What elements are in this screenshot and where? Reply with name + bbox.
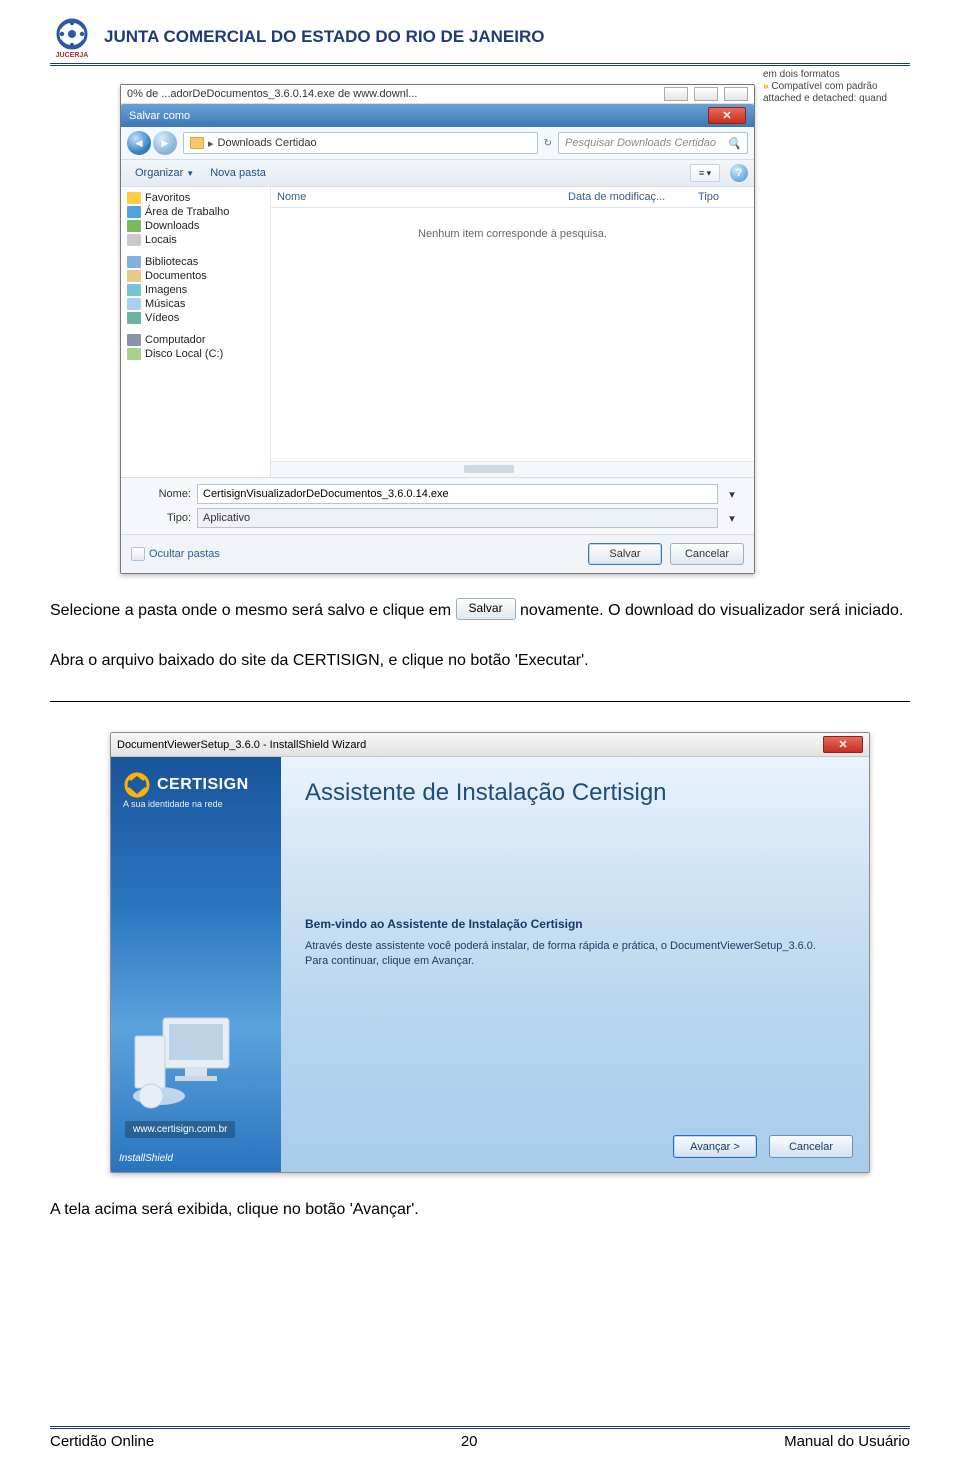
footer-left: Certidão Online [50, 1433, 154, 1450]
instruction-paragraph-3: A tela acima será exibida, clique no bot… [50, 1197, 910, 1223]
nav-images[interactable]: Imagens [123, 283, 268, 297]
certisign-logo-icon [123, 771, 151, 799]
page-footer: Certidão Online 20 Manual do Usuário [50, 1426, 910, 1450]
installer-titlebar: DocumentViewerSetup_3.6.0 - InstallShiel… [111, 733, 869, 757]
filetype-select[interactable]: Aplicativo [197, 508, 718, 528]
nav-videos[interactable]: Vídeos [123, 311, 268, 325]
search-icon: 🔍 [727, 137, 741, 150]
col-date[interactable]: Data de modificaç... [568, 191, 698, 203]
window-max-icon[interactable] [694, 87, 718, 101]
nav-documents[interactable]: Documentos [123, 269, 268, 283]
installer-window-title: DocumentViewerSetup_3.6.0 - InstallShiel… [117, 739, 366, 751]
computer-illustration-icon [129, 1012, 249, 1112]
filename-label: Nome: [131, 488, 191, 500]
bullet-arrow-icon: » [763, 81, 769, 92]
footer-right: Manual do Usuário [784, 1433, 910, 1450]
disk-icon [127, 348, 141, 360]
installer-url: www.certisign.com.br [125, 1121, 235, 1138]
empty-message: Nenhum item corresponde à pesquisa. [271, 208, 754, 461]
installer-big-title: Assistente de Instalação Certisign [305, 779, 845, 807]
new-folder-button[interactable]: Nova pasta [202, 165, 274, 181]
page-header: JUCERJA JUNTA COMERCIAL DO ESTADO DO RIO… [50, 10, 910, 66]
nav-desktop[interactable]: Área de Trabalho [123, 205, 268, 219]
installshield-label: InstallShield [119, 1153, 173, 1164]
window-close-icon[interactable] [724, 87, 748, 101]
organize-menu[interactable]: Organizar▼ [127, 165, 202, 181]
nav-computer[interactable]: Computador [123, 333, 268, 347]
download-progress-text: 0% de ...adorDeDocumentos_3.6.0.14.exe d… [127, 88, 658, 100]
installer-brand: CERTISIGN [157, 776, 249, 794]
path-breadcrumb[interactable]: ▸ Downloads Certidao [183, 132, 538, 154]
folder-icon [190, 137, 204, 149]
view-mode-button[interactable]: ≡ ▾ [690, 164, 720, 182]
file-pane: Nome Data de modificaç... Tipo Nenhum it… [271, 187, 754, 477]
filename-input[interactable] [197, 484, 718, 504]
filename-dropdown-icon[interactable]: ▾ [724, 488, 740, 501]
separator-line [50, 701, 910, 702]
search-placeholder: Pesquisar Downloads Certidao [565, 137, 716, 149]
installer-sidebar: CERTISIGN A sua identidade na rede www.c… [111, 757, 281, 1172]
filetype-dropdown-icon[interactable]: ▾ [724, 512, 740, 525]
footer-separator [50, 1426, 910, 1429]
nav-libraries[interactable]: Bibliotecas [123, 255, 268, 269]
context-snippet: em dois formatos » Compatível com padrão… [759, 66, 910, 108]
saveas-toolbar: Organizar▼ Nova pasta ≡ ▾ ? [121, 160, 754, 187]
help-button[interactable]: ? [730, 164, 748, 182]
installer-tagline: A sua identidade na rede [111, 799, 281, 809]
instruction-paragraph-1: Selecione a pasta onde o mesmo será salv… [50, 598, 910, 624]
nav-music[interactable]: Músicas [123, 297, 268, 311]
nav-forward-button[interactable]: ► [153, 131, 177, 155]
nav-downloads[interactable]: Downloads [123, 219, 268, 233]
close-button[interactable]: ✕ [708, 107, 746, 124]
download-progress-bar: 0% de ...adorDeDocumentos_3.6.0.14.exe d… [121, 85, 754, 104]
saveas-title: Salvar como [129, 110, 190, 122]
save-button[interactable]: Salvar [588, 543, 662, 565]
horizontal-scrollbar[interactable] [271, 461, 754, 477]
installer-welcome-title: Bem-vindo ao Assistente de Instalação Ce… [305, 917, 845, 931]
nav-back-button[interactable]: ◄ [127, 131, 151, 155]
installer-close-button[interactable]: ✕ [823, 736, 863, 753]
chevron-up-icon [131, 547, 145, 561]
downloads-icon [127, 220, 141, 232]
videos-icon [127, 312, 141, 324]
screenshot-installer: DocumentViewerSetup_3.6.0 - InstallShiel… [110, 732, 870, 1173]
filetype-label: Tipo: [131, 512, 191, 524]
saveas-titlebar: Salvar como ✕ [121, 104, 754, 127]
libraries-icon [127, 256, 141, 268]
file-columns[interactable]: Nome Data de modificaç... Tipo [271, 187, 754, 208]
instruction-paragraph-2: Abra o arquivo baixado do site da CERTIS… [50, 648, 910, 674]
installer-welcome-text-2: Para continuar, clique em Avançar. [305, 954, 845, 969]
installer-next-button[interactable]: Avançar > [673, 1135, 757, 1158]
nav-disk-c[interactable]: Disco Local (C:) [123, 347, 268, 361]
nav-favorites[interactable]: Favoritos [123, 191, 268, 205]
desktop-icon [127, 206, 141, 218]
screenshot-save-as: 0% de ...adorDeDocumentos_3.6.0.14.exe d… [50, 66, 910, 574]
installer-cancel-button[interactable]: Cancelar [769, 1135, 853, 1158]
col-type[interactable]: Tipo [698, 191, 748, 203]
window-min-icon[interactable] [664, 87, 688, 101]
nav-places[interactable]: Locais [123, 233, 268, 247]
col-name[interactable]: Nome [277, 191, 568, 203]
path-label: Downloads Certidao [218, 137, 317, 149]
installer-welcome-text-1: Através deste assistente você poderá ins… [305, 939, 845, 954]
computer-icon [127, 334, 141, 346]
refresh-icon[interactable]: ↻ [544, 138, 552, 149]
nav-pane[interactable]: Favoritos Área de Trabalho Downloads Loc… [121, 187, 271, 477]
hide-folders-toggle[interactable]: Ocultar pastas [131, 547, 220, 561]
inline-save-button[interactable]: Salvar [456, 598, 516, 620]
star-icon [127, 192, 141, 204]
images-icon [127, 284, 141, 296]
music-icon [127, 298, 141, 310]
saveas-nav-row: ◄ ► ▸ Downloads Certidao ↻ Pesquisar Dow… [121, 127, 754, 160]
svg-text:JUCERJA: JUCERJA [56, 52, 89, 59]
installer-main: Assistente de Instalação Certisign Bem-v… [281, 757, 869, 1172]
page-title: JUNTA COMERCIAL DO ESTADO DO RIO DE JANE… [104, 27, 544, 47]
jucerja-logo-icon: JUCERJA [50, 15, 94, 59]
documents-icon [127, 270, 141, 282]
cancel-button[interactable]: Cancelar [670, 543, 744, 565]
search-input[interactable]: Pesquisar Downloads Certidao 🔍 [558, 132, 748, 154]
places-icon [127, 234, 141, 246]
footer-page-number: 20 [461, 1433, 478, 1450]
